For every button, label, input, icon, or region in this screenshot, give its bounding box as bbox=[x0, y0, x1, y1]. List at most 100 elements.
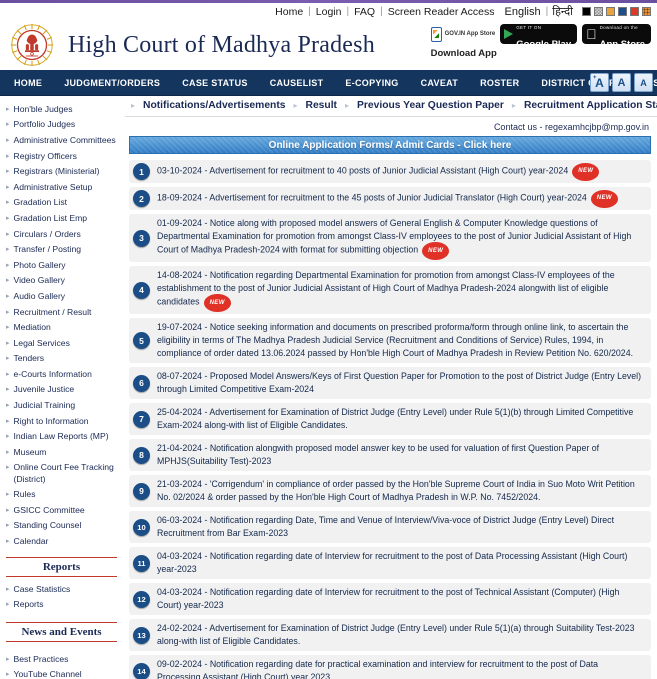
nav-item-case-status[interactable]: CASE STATUS bbox=[171, 70, 258, 96]
font-normal-button[interactable]: A bbox=[612, 73, 631, 92]
sidebar-item-youtube-channel[interactable]: ▸ YouTube Channel bbox=[0, 668, 125, 679]
sidebar-item-circulars-orders[interactable]: ▸ Circulars / Orders bbox=[0, 227, 125, 243]
sidebar-item-calendar[interactable]: ▸ Calendar bbox=[0, 534, 125, 550]
notice-list: 1 03-10-2024 - Advertisement for recruit… bbox=[125, 160, 657, 679]
notice-text[interactable]: 06-03-2024 - Notification regarding Date… bbox=[157, 514, 643, 540]
app-badge-row: GOV.IN App Store GET IT ON Google Play … bbox=[430, 24, 651, 50]
sidebar-item-gsicc-committee[interactable]: ▸ GSICC Committee bbox=[0, 503, 125, 519]
gov-app-store-badge[interactable]: GOV.IN App Store bbox=[430, 26, 495, 42]
state-emblem-icon bbox=[10, 23, 54, 67]
theme-swatch-amber[interactable] bbox=[606, 7, 615, 16]
notice-text[interactable]: 19-07-2024 - Notice seeking information … bbox=[157, 321, 643, 360]
chevron-right-icon: ▸ bbox=[6, 152, 10, 160]
font-decrease-button[interactable]: A bbox=[634, 73, 653, 92]
sidebar-item-mediation[interactable]: ▸ Mediation bbox=[0, 320, 125, 336]
google-play-badge[interactable]: GET IT ON Google Play bbox=[500, 24, 578, 50]
utility-link-screen-reader-access[interactable]: Screen Reader Access bbox=[383, 6, 500, 18]
notice-text[interactable]: 01-09-2024 - Notice along with proposed … bbox=[157, 217, 643, 259]
sidebar-item-administrative-setup[interactable]: ▸ Administrative Setup bbox=[0, 180, 125, 196]
notice-text[interactable]: 25-04-2024 - Advertisement for Examinati… bbox=[157, 406, 643, 432]
notice-body: 18-09-2024 - Advertisement for recruitme… bbox=[157, 192, 587, 202]
sidebar-item-judicial-training[interactable]: ▸ Judicial Training bbox=[0, 398, 125, 414]
new-badge: NEW bbox=[204, 295, 230, 311]
sidebar-item-gradation-list-emp[interactable]: ▸ Gradation List Emp bbox=[0, 211, 125, 227]
theme-swatch-orange-dots[interactable] bbox=[642, 7, 651, 16]
online-application-banner[interactable]: Online Application Forms/ Admit Cards - … bbox=[129, 136, 651, 154]
utility-link-home[interactable]: Home bbox=[270, 6, 308, 18]
notice-text[interactable]: 09-02-2024 - Notification regarding date… bbox=[157, 658, 643, 679]
sidebar-item-online-court-fee-tracking[interactable]: ▸ Online Court Fee Tracking (District) bbox=[0, 461, 125, 488]
sidebar-item-registry-officers[interactable]: ▸ Registry Officers bbox=[0, 149, 125, 165]
sidebar-item-label: YouTube Channel bbox=[13, 669, 82, 679]
tab-previous-year-question-paper[interactable]: Previous Year Question Paper bbox=[353, 100, 508, 111]
sidebar-item-registrars-ministerial[interactable]: ▸ Registrars (Ministerial) bbox=[0, 164, 125, 180]
theme-swatch-checkered[interactable] bbox=[594, 7, 603, 16]
sidebar-item-label: Judicial Training bbox=[13, 400, 76, 411]
notice-text[interactable]: 04-03-2024 - Notification regarding date… bbox=[157, 586, 643, 612]
notice-text[interactable]: 08-07-2024 - Proposed Model Answers/Keys… bbox=[157, 370, 643, 396]
sidebar-item-standing-counsel[interactable]: ▸ Standing Counsel bbox=[0, 519, 125, 535]
sidebar-item-label: Portfolio Judges bbox=[13, 119, 76, 130]
sidebar-item-e-courts-information[interactable]: ▸ e-Courts Information bbox=[0, 367, 125, 383]
notice-text[interactable]: 04-03-2024 - Notification regarding date… bbox=[157, 550, 643, 576]
nav-item-causelist[interactable]: CAUSELIST bbox=[259, 70, 335, 96]
notice-text[interactable]: 21-04-2024 - Notification alongwith prop… bbox=[157, 442, 643, 468]
chevron-right-icon: ▸ bbox=[6, 121, 10, 129]
apple-app-store-badge[interactable]:  Download on the App Store bbox=[582, 24, 651, 50]
sidebar-heading-reports: Reports bbox=[6, 556, 117, 577]
sidebar-item-photo-gallery[interactable]: ▸ Photo Gallery bbox=[0, 258, 125, 274]
sidebar-item-label: Administrative Committees bbox=[13, 134, 116, 145]
sidebar-item-gradation-list[interactable]: ▸ Gradation List bbox=[0, 196, 125, 212]
nav-item-e-copying[interactable]: E-COPYING bbox=[334, 70, 409, 96]
sidebar-item-reports[interactable]: ▸ Reports bbox=[0, 597, 125, 613]
sidebar-item-case-statistics[interactable]: ▸ Case Statistics bbox=[0, 582, 125, 598]
sidebar-item-juvenile-justice[interactable]: ▸ Juvenile Justice bbox=[0, 383, 125, 399]
sidebar-item-best-practices[interactable]: ▸ Best Practices bbox=[0, 652, 125, 668]
font-increase-button[interactable]: + A bbox=[590, 73, 609, 92]
notice-row: 6 08-07-2024 - Proposed Model Answers/Ke… bbox=[129, 367, 651, 399]
sidebar-item-portfolio-judges[interactable]: ▸ Portfolio Judges bbox=[0, 118, 125, 134]
theme-swatch-blue[interactable] bbox=[618, 7, 627, 16]
nav-item-judgment-orders[interactable]: JUDGMENT/ORDERS bbox=[53, 70, 171, 96]
chevron-right-icon: ▸ bbox=[6, 136, 10, 144]
tab-recruitment-application-status[interactable]: Recruitment Application Status bbox=[520, 100, 657, 111]
nav-item-roster[interactable]: ROSTER bbox=[469, 70, 530, 96]
notice-text[interactable]: 03-10-2024 - Advertisement for recruitme… bbox=[157, 163, 599, 180]
sidebar-item-label: Gradation List bbox=[13, 197, 68, 208]
sidebar-item-administrative-committees[interactable]: ▸ Administrative Committees bbox=[0, 133, 125, 149]
sidebar-item-indian-law-reports-mp[interactable]: ▸ Indian Law Reports (MP) bbox=[0, 429, 125, 445]
font-decrease-label: A bbox=[640, 77, 647, 88]
sidebar-item-recruitment-result[interactable]: ▸ Recruitment / Result bbox=[0, 305, 125, 321]
sidebar-item-label: Audio Gallery bbox=[13, 290, 66, 301]
utility-link-faq[interactable]: FAQ bbox=[349, 6, 380, 18]
tab-notifications-advertisements[interactable]: Notifications/Advertisements bbox=[139, 100, 289, 111]
sidebar-item-museum[interactable]: ▸ Museum bbox=[0, 445, 125, 461]
sidebar-item-rules[interactable]: ▸ Rules bbox=[0, 487, 125, 503]
sidebar-item-label: Online Court Fee Tracking (District) bbox=[13, 462, 114, 485]
sidebar-item-label: Hon'ble Judges bbox=[13, 103, 73, 114]
utility-link-login[interactable]: Login bbox=[311, 6, 347, 18]
page-title: High Court of Madhya Pradesh bbox=[68, 31, 375, 58]
sidebar-item-video-gallery[interactable]: ▸ Video Gallery bbox=[0, 274, 125, 290]
sidebar-item-transfer-posting[interactable]: ▸ Transfer / Posting bbox=[0, 242, 125, 258]
notice-row: 4 14-08-2024 - Notification regarding De… bbox=[129, 266, 651, 314]
sidebar-item-honble-judges[interactable]: ▸ Hon'ble Judges bbox=[0, 102, 125, 118]
sidebar-item-right-to-information[interactable]: ▸ Right to Information bbox=[0, 414, 125, 430]
nav-item-caveat[interactable]: CAVEAT bbox=[410, 70, 469, 96]
notice-number: 3 bbox=[133, 229, 150, 247]
sidebar-item-audio-gallery[interactable]: ▸ Audio Gallery bbox=[0, 289, 125, 305]
sidebar-item-label: Right to Information bbox=[13, 415, 89, 426]
theme-swatch-red[interactable] bbox=[630, 7, 639, 16]
sidebar-item-legal-services[interactable]: ▸ Legal Services bbox=[0, 336, 125, 352]
notice-text[interactable]: 14-08-2024 - Notification regarding Depa… bbox=[157, 269, 643, 311]
notice-text[interactable]: 18-09-2024 - Advertisement for recruitme… bbox=[157, 190, 617, 207]
page-body: ▸ Hon'ble Judges ▸ Portfolio Judges ▸ Admin… bbox=[0, 96, 657, 679]
contact-email-link[interactable]: regexamhcjbp@mp.gov.in bbox=[545, 122, 649, 132]
notice-text[interactable]: 24-02-2024 - Advertisement for Examinati… bbox=[157, 622, 643, 648]
nav-item-home[interactable]: HOME bbox=[0, 70, 53, 96]
tab-result[interactable]: Result bbox=[302, 100, 341, 111]
theme-swatch-black[interactable] bbox=[582, 7, 591, 16]
sidebar-item-tenders[interactable]: ▸ Tenders bbox=[0, 352, 125, 368]
notice-text[interactable]: 21-03-2024 - 'Corrigendum' in compliance… bbox=[157, 478, 643, 504]
chevron-right-icon: ▸ bbox=[6, 261, 10, 269]
